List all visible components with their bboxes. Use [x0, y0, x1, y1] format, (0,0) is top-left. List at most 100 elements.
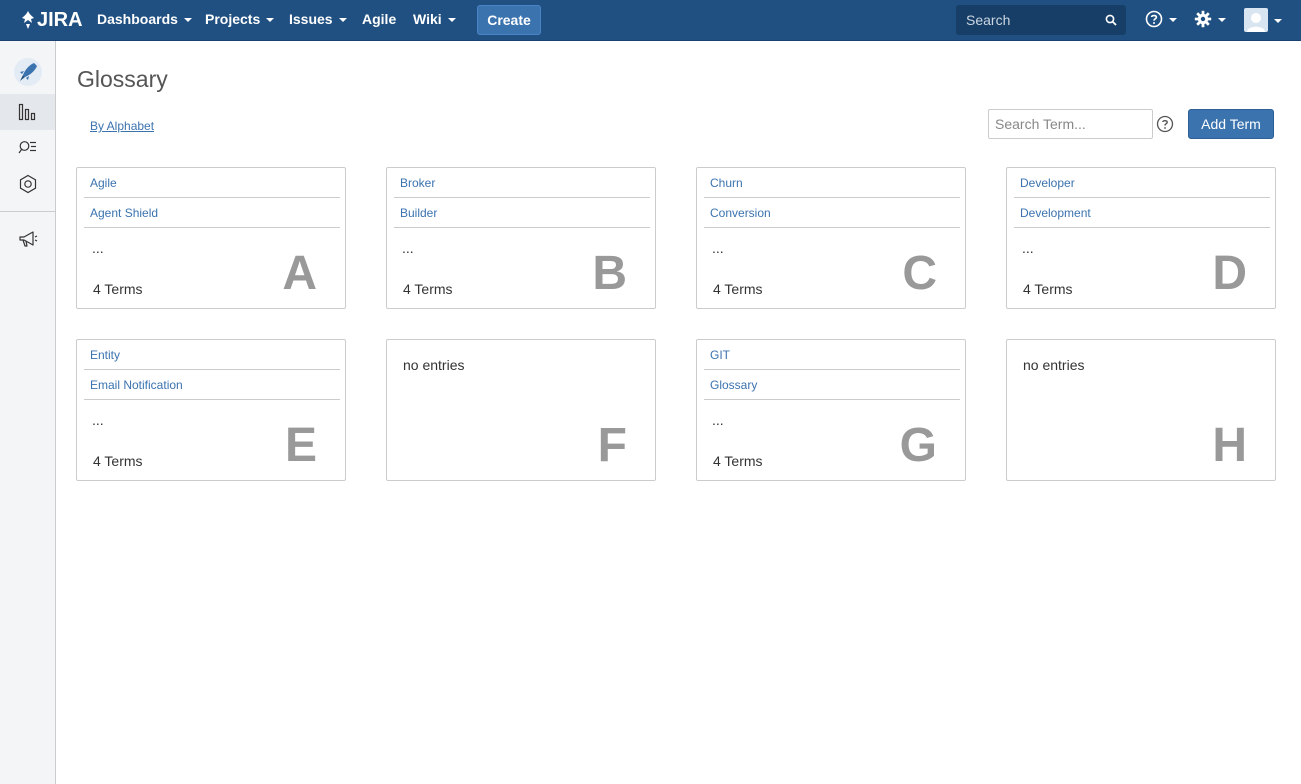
divider — [704, 197, 960, 198]
term-count: 4 Terms — [93, 453, 143, 469]
term-link[interactable]: Development — [1020, 206, 1091, 220]
gear-icon — [1194, 10, 1212, 28]
term-link[interactable]: Churn — [710, 176, 743, 190]
term-link[interactable]: Conversion — [710, 206, 771, 220]
user-avatar-icon — [1247, 13, 1265, 32]
more-terms-indicator: ... — [1022, 240, 1034, 256]
card-letter: E — [284, 419, 317, 472]
search-list-icon — [18, 141, 36, 154]
more-terms-indicator: ... — [92, 412, 104, 428]
nav-dashboards[interactable]: Dashboards — [97, 11, 192, 27]
glossary-card-e: Entity Email Notification ... 4 Terms E — [76, 339, 346, 481]
by-alphabet-link[interactable]: By Alphabet — [90, 119, 154, 133]
sidebar-item-issues[interactable] — [0, 130, 55, 166]
more-terms-indicator: ... — [712, 412, 724, 428]
settings-menu[interactable] — [1194, 10, 1226, 28]
no-entries-text: no entries — [1023, 357, 1085, 373]
divider — [84, 399, 340, 400]
nav-issues-label: Issues — [289, 11, 333, 27]
sidebar-divider — [0, 211, 55, 212]
term-link[interactable]: Email Notification — [90, 378, 183, 392]
add-term-button[interactable]: Add Term — [1188, 109, 1274, 139]
nav-agile-label: Agile — [362, 11, 397, 27]
project-sidebar — [0, 41, 56, 784]
bar-chart-icon — [18, 103, 35, 121]
term-link[interactable]: Agent Shield — [90, 206, 158, 220]
jira-logo-text: JIRA — [37, 8, 83, 31]
card-letter: F — [597, 419, 627, 472]
chevron-down-icon — [447, 17, 456, 22]
glossary-card-d: Developer Development ... 4 Terms D — [1006, 167, 1276, 309]
jira-logo-icon — [22, 11, 34, 29]
term-search-input[interactable] — [988, 109, 1153, 139]
term-link[interactable]: Entity — [90, 348, 120, 362]
term-link[interactable]: Agile — [90, 176, 117, 190]
sidebar-item-feedback[interactable] — [0, 221, 55, 257]
glossary-card-b: Broker Builder ... 4 Terms B — [386, 167, 656, 309]
divider — [1014, 197, 1270, 198]
user-menu[interactable] — [1244, 8, 1282, 32]
more-terms-indicator: ... — [92, 240, 104, 256]
card-letter: H — [1212, 419, 1247, 472]
glossary-card-g: GIT Glossary ... 4 Terms G — [696, 339, 966, 481]
nav-dashboards-label: Dashboards — [97, 11, 178, 27]
sidebar-item-components[interactable] — [0, 166, 55, 202]
card-letter: B — [592, 247, 627, 300]
divider — [704, 399, 960, 400]
card-letter: A — [282, 247, 317, 300]
search-icon[interactable] — [1105, 14, 1117, 26]
card-letter: G — [899, 419, 937, 472]
rocket-icon — [13, 58, 42, 86]
chevron-down-icon — [338, 17, 347, 22]
divider — [394, 197, 650, 198]
term-link[interactable]: Broker — [400, 176, 435, 190]
divider — [704, 227, 960, 228]
divider — [84, 197, 340, 198]
sidebar-item-reports[interactable] — [0, 94, 55, 130]
divider — [394, 227, 650, 228]
term-count: 4 Terms — [1023, 281, 1073, 297]
card-letter: D — [1212, 247, 1247, 300]
nav-projects[interactable]: Projects — [205, 11, 275, 27]
term-link[interactable]: GIT — [710, 348, 730, 362]
page-title: Glossary — [77, 66, 168, 92]
no-entries-text: no entries — [403, 357, 465, 373]
divider — [84, 369, 340, 370]
divider — [1014, 227, 1270, 228]
more-terms-indicator: ... — [712, 240, 724, 256]
top-navigation-bar: JIRA Dashboards Projects Issues Agile Wi… — [0, 0, 1301, 41]
nav-agile[interactable]: Agile — [362, 11, 396, 27]
help-icon — [1145, 10, 1163, 28]
term-count: 4 Terms — [713, 281, 763, 297]
term-count: 4 Terms — [93, 281, 143, 297]
term-link[interactable]: Builder — [400, 206, 437, 220]
jira-logo[interactable]: JIRA — [20, 7, 83, 33]
nav-projects-label: Projects — [205, 11, 261, 27]
divider — [84, 227, 340, 228]
chevron-down-icon — [266, 17, 275, 22]
term-count: 4 Terms — [713, 453, 763, 469]
chevron-down-icon — [183, 17, 192, 22]
avatar — [1244, 8, 1268, 32]
hexagon-icon — [19, 174, 36, 194]
chevron-down-icon — [1218, 17, 1226, 22]
chevron-down-icon — [1169, 17, 1177, 22]
help-icon[interactable] — [1156, 115, 1174, 133]
global-search — [956, 5, 1126, 35]
nav-wiki[interactable]: Wiki — [413, 11, 456, 27]
sidebar-item-project-avatar[interactable] — [0, 53, 55, 91]
glossary-card-h: no entries H — [1006, 339, 1276, 481]
glossary-card-c: Churn Conversion ... 4 Terms C — [696, 167, 966, 309]
nav-wiki-label: Wiki — [413, 11, 442, 27]
global-search-input[interactable] — [956, 5, 1126, 35]
nav-issues[interactable]: Issues — [289, 11, 347, 27]
term-link[interactable]: Glossary — [710, 378, 757, 392]
divider — [704, 369, 960, 370]
term-count: 4 Terms — [403, 281, 453, 297]
help-menu[interactable] — [1145, 10, 1177, 28]
term-link[interactable]: Developer — [1020, 176, 1075, 190]
more-terms-indicator: ... — [402, 240, 414, 256]
chevron-down-icon — [1274, 18, 1282, 23]
card-letter: C — [902, 247, 937, 300]
create-button[interactable]: Create — [477, 5, 541, 35]
